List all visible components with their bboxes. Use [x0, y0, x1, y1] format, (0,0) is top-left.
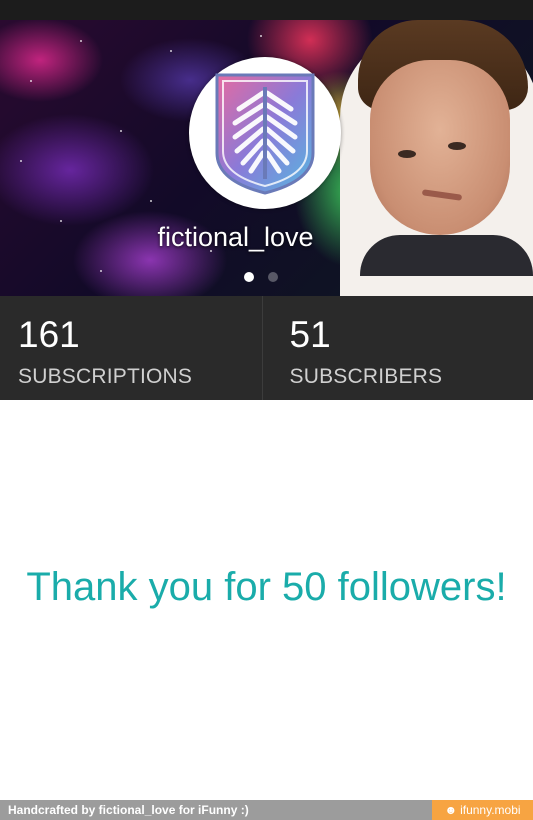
stat-subscribers-label: SUBSCRIBERS [289, 365, 443, 388]
stat-subscribers[interactable]: 51 SUBSCRIBERS [261, 296, 533, 400]
profile-username: fictional_love [157, 222, 314, 252]
person-face [370, 60, 510, 235]
person-eye-left [398, 150, 416, 158]
stat-subscriptions-label: SUBSCRIPTIONS [18, 365, 193, 388]
footer-credit: Handcrafted by fictional_love for iFunny… [0, 800, 432, 820]
thank-you-message: Thank you for 50 followers! [26, 565, 507, 609]
smiley-icon: ☻ [444, 803, 458, 817]
post-content: Thank you for 50 followers! [0, 400, 533, 800]
cover-pager[interactable] [244, 272, 278, 282]
stat-subscriptions[interactable]: 161 SUBSCRIPTIONS [0, 296, 262, 400]
wings-of-freedom-emblem-icon [215, 73, 315, 195]
avatar[interactable] [189, 57, 341, 209]
pager-dot[interactable] [268, 272, 278, 282]
footer-brand-link[interactable]: ☻ ifunny.mobi [432, 800, 533, 820]
pager-dot-active[interactable] [244, 272, 254, 282]
profile-stats: 161 SUBSCRIPTIONS 51 SUBSCRIBERS [0, 296, 533, 400]
stat-subscribers-count: 51 [289, 314, 331, 355]
person-eye-right [448, 142, 466, 150]
stat-subscriptions-count: 161 [18, 314, 80, 355]
footer: Handcrafted by fictional_love for iFunny… [0, 800, 533, 820]
footer-brand-label: ifunny.mobi [460, 803, 521, 817]
status-bar [0, 0, 533, 20]
